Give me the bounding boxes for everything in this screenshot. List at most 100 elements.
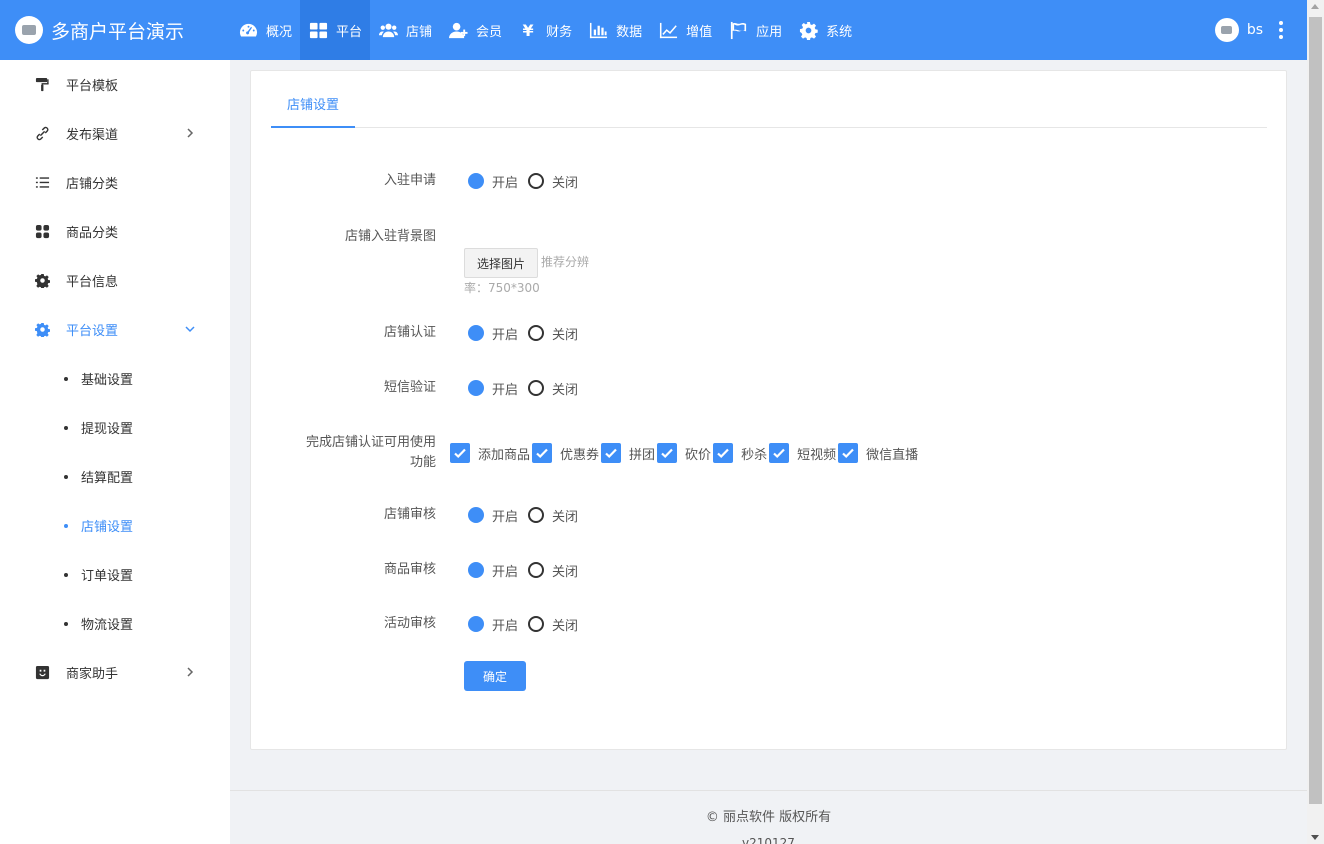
chevron-down-icon: [184, 323, 196, 335]
nav-label: 会员: [476, 24, 503, 40]
radio-group-sms-verify: 开启 关闭: [468, 378, 588, 398]
scroll-down-arrow-icon[interactable]: [1311, 835, 1319, 840]
checkbox-label: 砍价: [685, 447, 712, 463]
sidebar-item-goods-category[interactable]: 商品分类: [0, 207, 230, 256]
checkbox-flash-sale[interactable]: [713, 443, 734, 463]
radio-on[interactable]: 开启: [468, 324, 518, 343]
nav-item-member[interactable]: 会员: [440, 0, 510, 60]
nav-label: 概况: [266, 24, 293, 40]
paint-roller-icon: [34, 77, 50, 93]
radio-on[interactable]: 开启: [468, 506, 518, 525]
checkbox-wechat-live[interactable]: [838, 443, 859, 463]
nav-item-overview[interactable]: 概况: [230, 0, 300, 60]
user-menu[interactable]: bs: [1214, 0, 1283, 60]
sidebar-subitem-label: 基础设置: [81, 373, 134, 388]
chevron-right-icon: [184, 127, 196, 139]
vertical-scrollbar[interactable]: [1307, 0, 1324, 844]
bullet-dot: [64, 425, 68, 430]
radio-on[interactable]: 开启: [468, 379, 518, 398]
checkbox-bargain[interactable]: [657, 443, 678, 463]
user-plus-icon: [448, 20, 468, 40]
submit-button[interactable]: 确定: [464, 661, 526, 691]
form-label: 入驻申请: [383, 173, 436, 188]
sidebar-item-label: 商家助手: [66, 667, 119, 682]
scroll-thumb[interactable]: [1309, 17, 1322, 804]
radio-off[interactable]: 关闭: [528, 324, 578, 343]
sidebar-subitem-label: 订单设置: [81, 569, 134, 584]
footer-divider: [230, 790, 1307, 791]
more-vertical-icon[interactable]: [1279, 21, 1283, 39]
check-icon: [601, 443, 622, 463]
sidebar: 平台模板 发布渠道 店铺分类 商品分类 平台信息 平台设置 基础设置 提现设置 …: [0, 60, 230, 844]
radio-off[interactable]: 关闭: [528, 172, 578, 191]
gear-icon: [34, 273, 50, 289]
radio-off[interactable]: 关闭: [528, 615, 578, 634]
sidebar-item-merchant-assistant[interactable]: 商家助手: [0, 648, 230, 697]
grid-icon: [308, 20, 328, 40]
checkbox-label: 秒杀: [741, 447, 768, 463]
brand[interactable]: 多商户平台演示: [0, 0, 230, 60]
sidebar-item-publish-channel[interactable]: 发布渠道: [0, 109, 230, 158]
sidebar-item-label: 店铺分类: [66, 177, 119, 192]
sidebar-subitem-shop-settings[interactable]: 店铺设置: [0, 501, 230, 550]
check-icon: [838, 443, 859, 463]
nav-label: 增值: [686, 24, 713, 40]
nav-item-system[interactable]: 系统: [790, 0, 860, 60]
sidebar-subitem-basic-settings[interactable]: 基础设置: [0, 354, 230, 403]
scroll-up-arrow-icon[interactable]: [1311, 4, 1319, 9]
username[interactable]: bs: [1247, 22, 1263, 38]
checkbox-short-video[interactable]: [769, 443, 790, 463]
checkbox-label: 优惠券: [560, 447, 600, 463]
nav-item-finance[interactable]: ¥ 财务: [510, 0, 580, 60]
sidebar-item-label: 商品分类: [66, 226, 119, 241]
sidebar-subitem-label: 物流设置: [81, 618, 134, 633]
bullet-dot: [64, 523, 68, 528]
sidebar-subitem-order-settings[interactable]: 订单设置: [0, 550, 230, 599]
nav-label: 系统: [826, 24, 853, 40]
gear-icon: [798, 20, 818, 40]
nav-item-platform[interactable]: 平台: [300, 0, 371, 60]
bullet-dot: [64, 474, 68, 479]
sidebar-item-platform-template[interactable]: 平台模板: [0, 60, 230, 109]
nav-item-data[interactable]: 数据: [580, 0, 650, 60]
radio-on[interactable]: 开启: [468, 172, 518, 191]
sidebar-item-platform-settings[interactable]: 平台设置: [0, 305, 230, 354]
tab-shop-settings[interactable]: 店铺设置: [271, 88, 356, 128]
footer-version: v210127: [742, 836, 795, 844]
checkbox-add-goods[interactable]: [450, 443, 470, 463]
radio-off[interactable]: 关闭: [528, 561, 578, 580]
sidebar-item-shop-category[interactable]: 店铺分类: [0, 158, 230, 207]
avatar[interactable]: [1214, 18, 1239, 42]
image-hint-size: 率：750*300: [464, 281, 540, 295]
tab-bar: 店铺设置: [271, 88, 1267, 128]
form-label: 完成店铺认证可用使用功能: [305, 435, 436, 470]
sidebar-item-platform-info[interactable]: 平台信息: [0, 256, 230, 305]
radio-off[interactable]: 关闭: [528, 506, 578, 525]
checkbox-label: 拼团: [629, 447, 656, 463]
nav-item-shop[interactable]: 店铺: [370, 0, 440, 60]
radio-on[interactable]: 开启: [468, 561, 518, 580]
apps-icon: [34, 224, 50, 240]
nav-item-apps[interactable]: 应用: [720, 0, 790, 60]
checkbox-label: 微信直播: [866, 447, 919, 463]
line-chart-icon: [658, 20, 678, 40]
nav-label: 店铺: [406, 24, 433, 40]
radio-on[interactable]: 开启: [468, 615, 518, 634]
top-nav: 概况 平台 店铺 会员 ¥ 财务 数据 增值 应用 系统: [230, 0, 860, 60]
settings-card: 店铺设置 入驻申请 开启 关闭 店铺入驻背景图 选择图片 推荐分辨 率：750*…: [250, 70, 1287, 750]
sidebar-item-label: 平台模板: [66, 79, 119, 94]
choose-image-button[interactable]: 选择图片: [464, 248, 538, 278]
brand-logo: [15, 16, 43, 44]
sidebar-subitem-settlement-config[interactable]: 结算配置: [0, 452, 230, 501]
form-label: 店铺审核: [383, 507, 436, 522]
sidebar-subitem-withdraw-settings[interactable]: 提现设置: [0, 403, 230, 452]
checkbox-coupon[interactable]: [532, 443, 553, 463]
radio-off[interactable]: 关闭: [528, 379, 578, 398]
nav-item-value-added[interactable]: 增值: [650, 0, 720, 60]
sidebar-subitem-logistics-settings[interactable]: 物流设置: [0, 599, 230, 648]
sidebar-subitem-label: 店铺设置: [81, 520, 134, 535]
brand-name: 多商户平台演示: [51, 20, 185, 43]
link-icon: [34, 126, 50, 142]
chevron-right-icon: [184, 666, 196, 678]
checkbox-group-buy[interactable]: [601, 443, 622, 463]
